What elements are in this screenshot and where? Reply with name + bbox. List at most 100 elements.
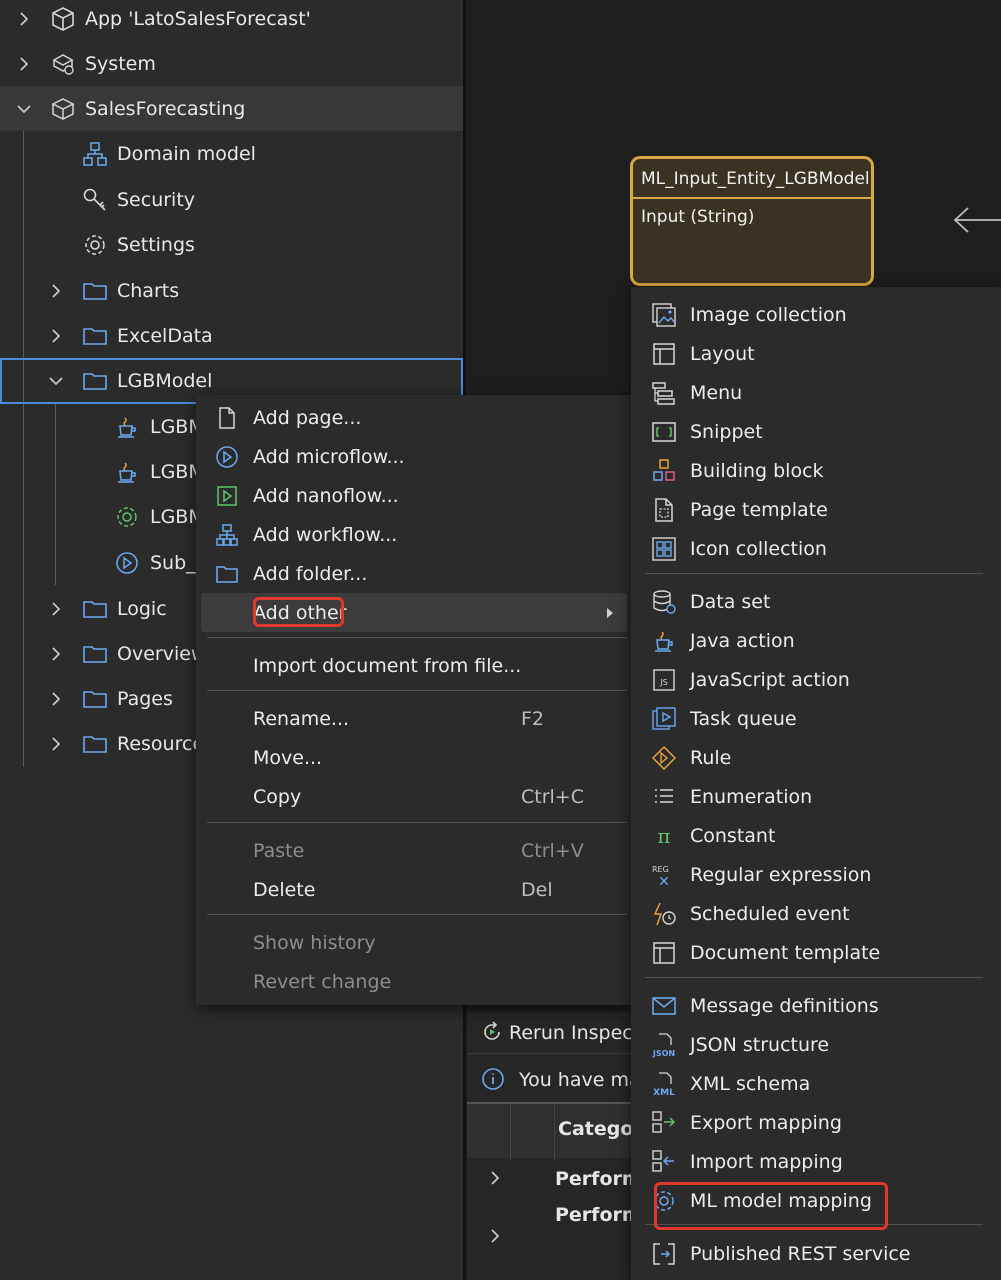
submenu-item-building-block[interactable]: Building block xyxy=(631,451,1001,490)
menu-item-add-microflow[interactable]: Add microflow... xyxy=(196,437,632,476)
menu-item-label: Add nanoflow... xyxy=(253,484,399,507)
table-cell: Perform xyxy=(555,1204,642,1226)
tree-item-label: Security xyxy=(117,188,196,211)
menu-item-add-nanoflow[interactable]: Add nanoflow... xyxy=(196,476,632,515)
tree-item-label: Domain model xyxy=(117,142,256,165)
submenu-item-enumeration[interactable]: Enumeration xyxy=(631,777,1001,816)
workflow-icon xyxy=(215,523,239,547)
submenu-item-label: Export mapping xyxy=(690,1111,842,1134)
message-icon xyxy=(651,993,677,1019)
menu-separator xyxy=(207,822,627,823)
rerun-inspection-button[interactable]: Rerun Inspecti xyxy=(509,1022,645,1044)
submenu-item-message-definitions[interactable]: Message definitions xyxy=(631,986,1001,1025)
chevron-right-icon[interactable] xyxy=(49,736,63,751)
submenu-item-javascript-action[interactable]: JS JavaScript action xyxy=(631,660,1001,699)
tree-item-security[interactable]: Security xyxy=(0,177,463,222)
folder-icon xyxy=(82,596,108,622)
menu-item-add-folder[interactable]: Add folder... xyxy=(196,554,632,593)
xml-icon-text: XML xyxy=(653,1088,675,1097)
submenu-item-label: JavaScript action xyxy=(690,668,850,691)
tree-item-label: Resource xyxy=(117,732,205,755)
tree-item-domain-model[interactable]: Domain model xyxy=(0,131,463,176)
tree-item-settings[interactable]: Settings xyxy=(0,222,463,267)
menu-item-add-workflow[interactable]: Add workflow... xyxy=(196,515,632,554)
menu-item-move[interactable]: Move... xyxy=(196,738,632,777)
submenu-item-task-queue[interactable]: Task queue xyxy=(631,699,1001,738)
chevron-right-icon[interactable] xyxy=(49,691,63,706)
refresh-icon[interactable] xyxy=(480,1020,504,1044)
entity-box[interactable]: ML_Input_Entity_LGBModel Input (String) xyxy=(630,156,874,286)
submenu-item-regular-expression[interactable]: REG ✕ Regular expression xyxy=(631,855,1001,894)
chevron-right-icon[interactable] xyxy=(49,646,63,661)
menu-item-import-document[interactable]: Import document from file... xyxy=(196,646,632,685)
association-arrow-icon xyxy=(953,207,1001,233)
submenu-item-document-template[interactable]: Document template xyxy=(631,933,1001,972)
submenu-item-page-template[interactable]: Page template xyxy=(631,490,1001,529)
folder-icon xyxy=(82,278,108,304)
chevron-right-icon[interactable] xyxy=(17,11,31,26)
java-cup-icon xyxy=(114,414,140,440)
submenu-item-scheduled-event[interactable]: Scheduled event xyxy=(631,894,1001,933)
tree-item-system[interactable]: System xyxy=(0,41,463,86)
submenu-item-snippet[interactable]: Snippet xyxy=(631,412,1001,451)
submenu-item-icon-collection[interactable]: Icon collection xyxy=(631,529,1001,568)
domain-model-icon xyxy=(82,141,108,167)
menu-item-add-page[interactable]: Add page... xyxy=(196,398,632,437)
menu-item-label: Add microflow... xyxy=(253,445,405,468)
menu-item-revert-change: Revert change xyxy=(196,962,632,1001)
submenu-item-label: Data set xyxy=(690,590,771,613)
submenu-item-layout[interactable]: Layout xyxy=(631,334,1001,373)
chevron-down-icon[interactable] xyxy=(49,374,63,388)
menu-item-delete[interactable]: Delete Del xyxy=(196,870,632,909)
tree-item-label: LGBModel xyxy=(117,370,213,392)
submenu-item-menu[interactable]: Menu xyxy=(631,373,1001,412)
tree-item-charts[interactable]: Charts xyxy=(0,268,463,313)
chevron-right-icon[interactable] xyxy=(49,283,63,298)
chevron-right-icon[interactable] xyxy=(17,56,31,71)
menu-shortcut: Ctrl+V xyxy=(521,839,584,862)
submenu-item-data-set[interactable]: Data set xyxy=(631,582,1001,621)
xml-icon: XML xyxy=(651,1071,677,1098)
folder-icon xyxy=(215,562,239,586)
tree-item-salesforecasting[interactable]: SalesForecasting xyxy=(0,86,463,131)
submenu-item-constant[interactable]: π Constant xyxy=(631,816,1001,855)
key-icon xyxy=(82,187,108,213)
submenu-item-label: Snippet xyxy=(690,420,763,443)
submenu-item-label: Menu xyxy=(690,381,743,404)
column-divider xyxy=(554,1104,555,1160)
chevron-right-icon[interactable] xyxy=(489,1228,501,1244)
entity-attribute: Input (String) xyxy=(641,207,755,227)
chevron-right-icon[interactable] xyxy=(489,1170,501,1186)
submenu-item-export-mapping[interactable]: Export mapping xyxy=(631,1103,1001,1142)
add-other-submenu: Image collection Layout Menu Snippet Bui… xyxy=(631,287,1001,1280)
js-icon-text: JS xyxy=(659,678,667,687)
page-template-icon xyxy=(651,497,677,523)
submenu-item-label: XML schema xyxy=(690,1072,811,1095)
menu-item-copy[interactable]: Copy Ctrl+C xyxy=(196,777,632,816)
submenu-item-import-mapping[interactable]: Import mapping xyxy=(631,1142,1001,1181)
submenu-item-published-rest-service[interactable]: Published REST service xyxy=(631,1234,1001,1273)
submenu-item-xml-schema[interactable]: XML XML schema xyxy=(631,1064,1001,1103)
menu-separator xyxy=(207,637,627,638)
ml-mapping-icon xyxy=(114,504,140,530)
json-icon: JSON xyxy=(651,1032,677,1058)
submenu-item-label: Java action xyxy=(690,629,795,652)
menu-item-label: Add workflow... xyxy=(253,523,398,546)
chevron-right-icon[interactable] xyxy=(49,328,63,343)
chevron-down-icon[interactable] xyxy=(17,102,31,116)
menu-item-rename[interactable]: Rename... F2 xyxy=(196,699,632,738)
tree-item-app[interactable]: App 'LatoSalesForecast' xyxy=(0,0,463,41)
tree-item-label: Overview xyxy=(117,642,207,665)
published-rest-icon xyxy=(651,1241,677,1267)
submenu-item-java-action[interactable]: Java action xyxy=(631,621,1001,660)
submenu-item-json-structure[interactable]: JSON JSON structure xyxy=(631,1025,1001,1064)
chevron-right-icon[interactable] xyxy=(49,601,63,616)
folder-icon xyxy=(82,686,108,712)
tree-item-exceldata[interactable]: ExcelData xyxy=(0,313,463,358)
module-icon xyxy=(50,96,76,122)
microflow-icon xyxy=(114,550,140,576)
folder-icon xyxy=(82,641,108,667)
system-module-icon xyxy=(50,51,76,77)
submenu-item-image-collection[interactable]: Image collection xyxy=(631,295,1001,334)
submenu-item-rule[interactable]: Rule xyxy=(631,738,1001,777)
